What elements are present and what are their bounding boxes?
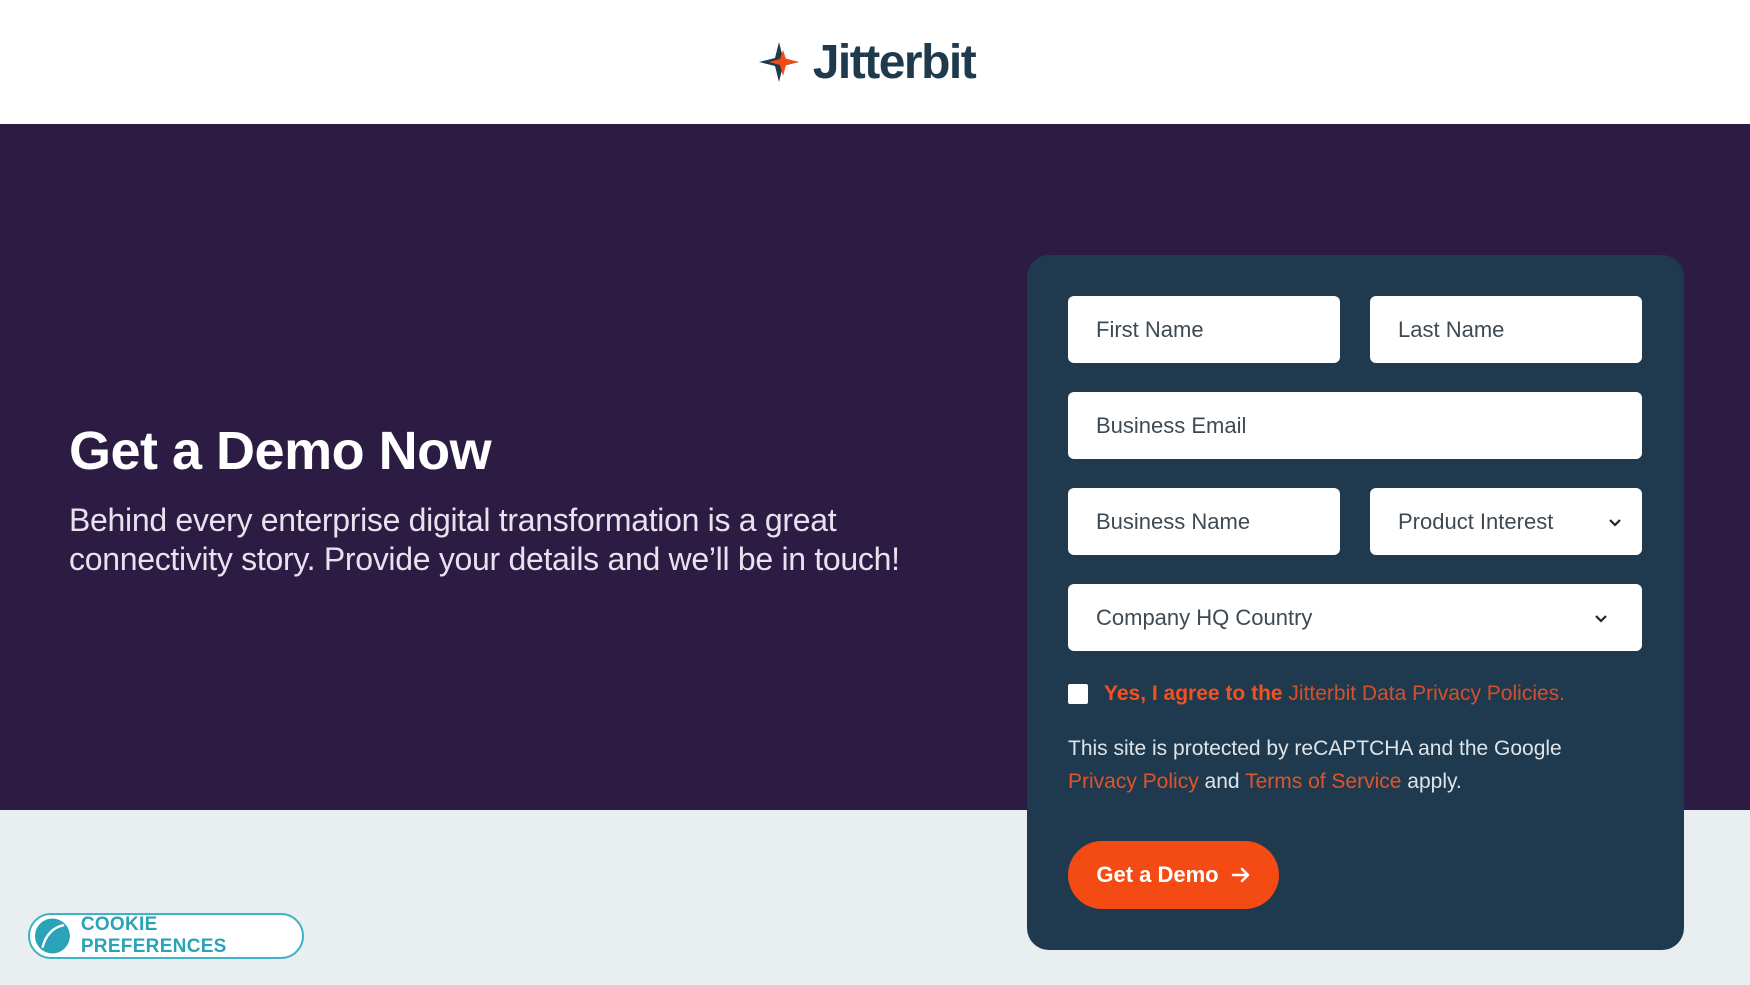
- product-interest-select[interactable]: Product Interest: [1370, 488, 1642, 555]
- arrow-right-icon: [1231, 867, 1249, 883]
- business-name-field[interactable]: Business Name: [1068, 488, 1340, 555]
- cookie-preferences-button[interactable]: COOKIE PREFERENCES: [28, 913, 304, 959]
- get-a-demo-button[interactable]: Get a Demo: [1068, 841, 1279, 909]
- hero-subtitle: Behind every enterprise digital transfor…: [69, 502, 900, 577]
- terms-of-service-link[interactable]: Terms of Service: [1245, 770, 1401, 793]
- and-text: and: [1204, 770, 1240, 793]
- get-a-demo-label: Get a Demo: [1096, 862, 1219, 887]
- last-name-field[interactable]: Last Name: [1370, 296, 1642, 363]
- privacy-policies-link[interactable]: Jitterbit Data Privacy Policies.: [1288, 682, 1565, 705]
- recaptcha-notice: This site is protected by reCAPTCHA and …: [1068, 732, 1648, 798]
- cookie-leaf-icon: [34, 918, 70, 954]
- jitterbit-logo[interactable]: Jitterbit: [755, 35, 977, 90]
- company-hq-country-select[interactable]: Company HQ Country: [1068, 584, 1642, 651]
- logo-wordmark: Jitterbit: [812, 35, 977, 89]
- product-interest-label: Product Interest: [1398, 508, 1554, 534]
- last-name-placeholder: Last Name: [1398, 316, 1505, 342]
- privacy-consent: Yes, I agree to the Jitterbit Data Priva…: [1068, 682, 1565, 706]
- recaptcha-text: This site is protected by reCAPTCHA and …: [1068, 737, 1562, 760]
- first-name-field[interactable]: First Name: [1068, 296, 1340, 363]
- business-email-field[interactable]: Business Email: [1068, 392, 1642, 459]
- jitterbit-logo-icon: [758, 42, 799, 82]
- privacy-policy-link[interactable]: Privacy Policy: [1068, 770, 1199, 793]
- chevron-down-icon: [1609, 518, 1621, 527]
- country-label: Company HQ Country: [1096, 604, 1313, 630]
- consent-prefix: Yes, I agree to the: [1104, 682, 1289, 705]
- business-email-placeholder: Business Email: [1096, 412, 1247, 438]
- page-title: Get a Demo Now: [69, 421, 492, 481]
- chevron-down-icon: [1595, 614, 1607, 623]
- business-name-placeholder: Business Name: [1096, 508, 1251, 534]
- cookie-preferences-label: COOKIE PREFERENCES: [80, 914, 227, 957]
- apply-text: apply.: [1407, 770, 1462, 793]
- first-name-placeholder: First Name: [1096, 316, 1204, 342]
- privacy-consent-checkbox[interactable]: [1068, 684, 1088, 704]
- demo-request-form: First Name Last Name Business Email Busi…: [1027, 255, 1684, 950]
- consent-label: Yes, I agree to the Jitterbit Data Priva…: [1104, 682, 1565, 706]
- site-header: Jitterbit: [0, 0, 1750, 124]
